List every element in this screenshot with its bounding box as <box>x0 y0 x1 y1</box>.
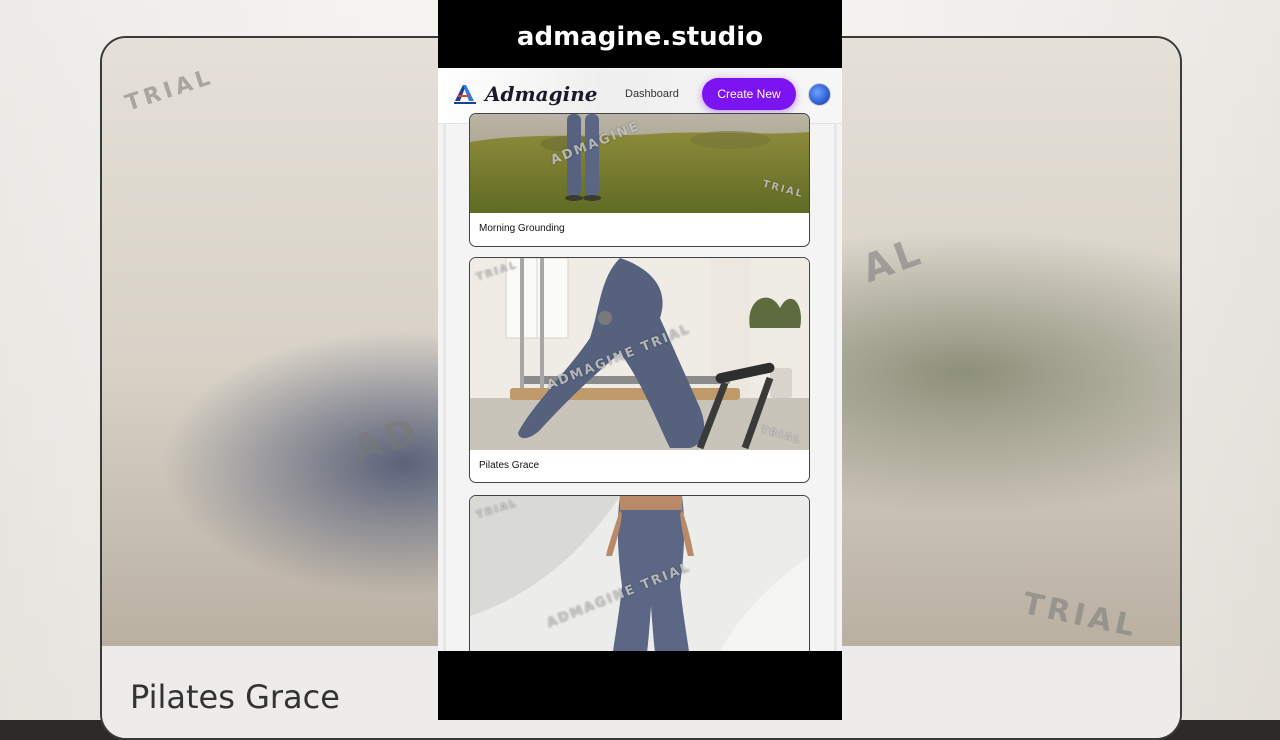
app-screen: Admagine Dashboard Create New ADMAGINE T… <box>438 68 842 651</box>
phone-frame: admagine.studio Admagine Dashboard Creat… <box>438 0 842 720</box>
project-thumbnail <box>470 496 809 651</box>
project-list[interactable]: ADMAGINE TRIAL Morning Grounding TRIAL A… <box>438 113 842 651</box>
project-card[interactable]: TRIAL ADMAGINE TRIAL <box>469 495 810 651</box>
scroll-gutter-right <box>834 123 837 651</box>
card-title: Morning Grounding <box>479 223 565 234</box>
admagine-logo-icon[interactable] <box>452 83 478 105</box>
project-card[interactable]: TRIAL ADMAGINE TRIAL TRIAL Pilates Grace <box>469 257 810 483</box>
scroll-gutter-left <box>443 123 446 651</box>
create-new-button[interactable]: Create New <box>702 78 796 110</box>
overlay-title: admagine.studio <box>516 22 764 52</box>
nav-dashboard-link[interactable]: Dashboard <box>625 88 679 100</box>
user-avatar-icon[interactable] <box>808 83 831 106</box>
background-title: Pilates Grace <box>130 678 340 716</box>
brand-name[interactable]: Admagine <box>485 82 597 106</box>
project-card[interactable]: ADMAGINE TRIAL Morning Grounding <box>469 113 810 247</box>
bottom-letterbox <box>438 651 842 720</box>
card-title: Pilates Grace <box>479 460 540 471</box>
